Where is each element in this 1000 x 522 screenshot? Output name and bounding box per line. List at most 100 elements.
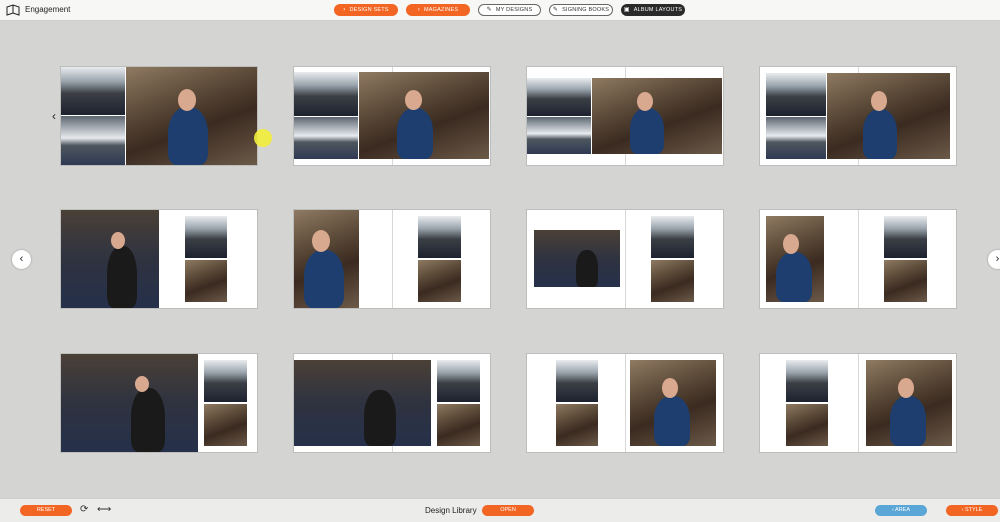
chevron-left-icon: ‹ xyxy=(19,253,24,265)
photo-subject xyxy=(107,246,137,308)
open-label: OPEN xyxy=(500,507,516,513)
area-label: AREA xyxy=(895,507,911,513)
refresh-icon[interactable]: ⟳ xyxy=(80,504,88,515)
photo-slot xyxy=(294,210,359,308)
photo-slot xyxy=(437,360,480,402)
first-spread-prev-arrow[interactable]: ‹ xyxy=(52,109,56,123)
layout-card-10[interactable] xyxy=(294,354,490,452)
photo-slot xyxy=(185,260,227,302)
photo-slot xyxy=(294,72,358,116)
top-toolbar: Engagement › DESIGN SETS › MAGAZINES ✎ MY D… xyxy=(0,0,1000,21)
layout-card-8[interactable] xyxy=(760,210,956,308)
photo-slot xyxy=(556,404,598,446)
photo-slot xyxy=(766,117,826,159)
photo-subject-head xyxy=(135,376,149,392)
photo-subject xyxy=(630,108,664,154)
spread-fold xyxy=(625,354,626,452)
photo-subject xyxy=(131,388,165,452)
photo-slot xyxy=(651,260,694,302)
layout-card-6[interactable] xyxy=(294,210,490,308)
swap-arrows-icon[interactable]: ⟷ xyxy=(97,504,111,515)
reset-button[interactable]: RESET xyxy=(20,505,72,516)
spread-fold xyxy=(625,210,626,308)
layout-card-3[interactable] xyxy=(527,67,723,165)
layout-card-9[interactable] xyxy=(61,354,257,452)
spread-fold xyxy=(858,210,859,308)
spread-fold xyxy=(392,210,393,308)
photo-slot xyxy=(126,67,257,165)
photo-subject-head xyxy=(898,378,914,398)
photo-slot xyxy=(651,216,694,258)
album-icon: ▣ xyxy=(623,7,630,13)
tab-label: DESIGN SETS xyxy=(349,7,389,13)
tab-label: SIGNING BOOKS xyxy=(562,7,610,13)
area-button[interactable]: ‹ AREA xyxy=(875,505,927,516)
tab-my-designs[interactable]: ✎ MY DESIGNS xyxy=(478,4,541,16)
tab-label: MY DESIGNS xyxy=(495,7,533,13)
photo-slot xyxy=(884,260,927,302)
photo-subject-head xyxy=(783,234,799,254)
photo-slot xyxy=(527,117,591,154)
mouse-cursor-indicator xyxy=(254,129,272,147)
open-button[interactable]: OPEN xyxy=(482,505,534,516)
tab-design-sets[interactable]: › DESIGN SETS xyxy=(334,4,398,16)
photo-slot xyxy=(294,117,358,159)
pencil-icon: ✎ xyxy=(486,7,492,13)
layout-card-7[interactable] xyxy=(527,210,723,308)
photo-slot xyxy=(61,354,198,452)
photo-slot xyxy=(61,210,159,308)
tab-magazines[interactable]: › MAGAZINES xyxy=(406,4,470,16)
pencil-icon: ✎ xyxy=(552,7,559,13)
tab-label: MAGAZINES xyxy=(424,7,459,13)
photo-subject xyxy=(863,109,897,159)
bottom-toolbar: RESET ⟳ ⟷ Design Library OPEN ‹ AREA ‹ S… xyxy=(0,498,1000,522)
layout-card-11[interactable] xyxy=(527,354,723,452)
album-book-icon xyxy=(6,4,20,16)
style-label: STYLE xyxy=(964,507,983,513)
layout-card-2[interactable] xyxy=(294,67,490,165)
tab-signing-books[interactable]: ✎ SIGNING BOOKS xyxy=(549,4,613,16)
photo-slot xyxy=(592,78,722,154)
photo-subject xyxy=(576,250,598,287)
photo-subject xyxy=(654,396,690,446)
photo-subject-head xyxy=(111,232,125,249)
tab-label: ALBUM LAYOUTS xyxy=(633,7,683,13)
photo-subject-head xyxy=(871,91,887,111)
photo-slot xyxy=(786,360,828,402)
photo-slot xyxy=(786,404,828,446)
photo-slot xyxy=(827,73,950,159)
tab-album-layouts[interactable]: ▣ ALBUM LAYOUTS xyxy=(621,4,685,16)
photo-subject-head xyxy=(178,89,196,111)
photo-slot xyxy=(294,360,431,446)
app-title: Engagement xyxy=(25,5,71,14)
photo-subject xyxy=(364,390,396,446)
photo-slot xyxy=(630,360,716,446)
photo-subject-head xyxy=(637,92,653,111)
gallery-prev-button[interactable]: ‹ xyxy=(12,250,31,269)
layout-card-12[interactable] xyxy=(760,354,956,452)
photo-subject xyxy=(168,107,208,165)
photo-slot xyxy=(556,360,598,402)
photo-subject-head xyxy=(405,90,422,110)
chevron-right-icon: › xyxy=(995,253,1000,265)
gallery-next-button[interactable]: › xyxy=(988,250,1000,269)
layout-card-4[interactable] xyxy=(760,67,956,165)
style-button[interactable]: ‹ STYLE xyxy=(946,505,998,516)
photo-subject-head xyxy=(312,230,330,252)
photo-slot xyxy=(766,216,824,302)
layout-card-5[interactable] xyxy=(61,210,257,308)
photo-slot xyxy=(204,360,247,402)
photo-subject xyxy=(776,252,812,302)
photo-slot xyxy=(527,78,591,116)
photo-slot xyxy=(884,216,927,258)
photo-slot xyxy=(766,73,826,116)
reset-label: RESET xyxy=(36,507,56,513)
chevron-right-icon: › xyxy=(343,7,346,13)
photo-subject xyxy=(890,396,926,446)
photo-subject-head xyxy=(662,378,678,398)
layout-card-1[interactable] xyxy=(61,67,257,165)
design-library-title: Design Library xyxy=(425,506,477,515)
layout-gallery: ‹ ‹ › xyxy=(0,21,1000,498)
photo-slot xyxy=(418,260,461,302)
photo-slot xyxy=(204,404,247,446)
